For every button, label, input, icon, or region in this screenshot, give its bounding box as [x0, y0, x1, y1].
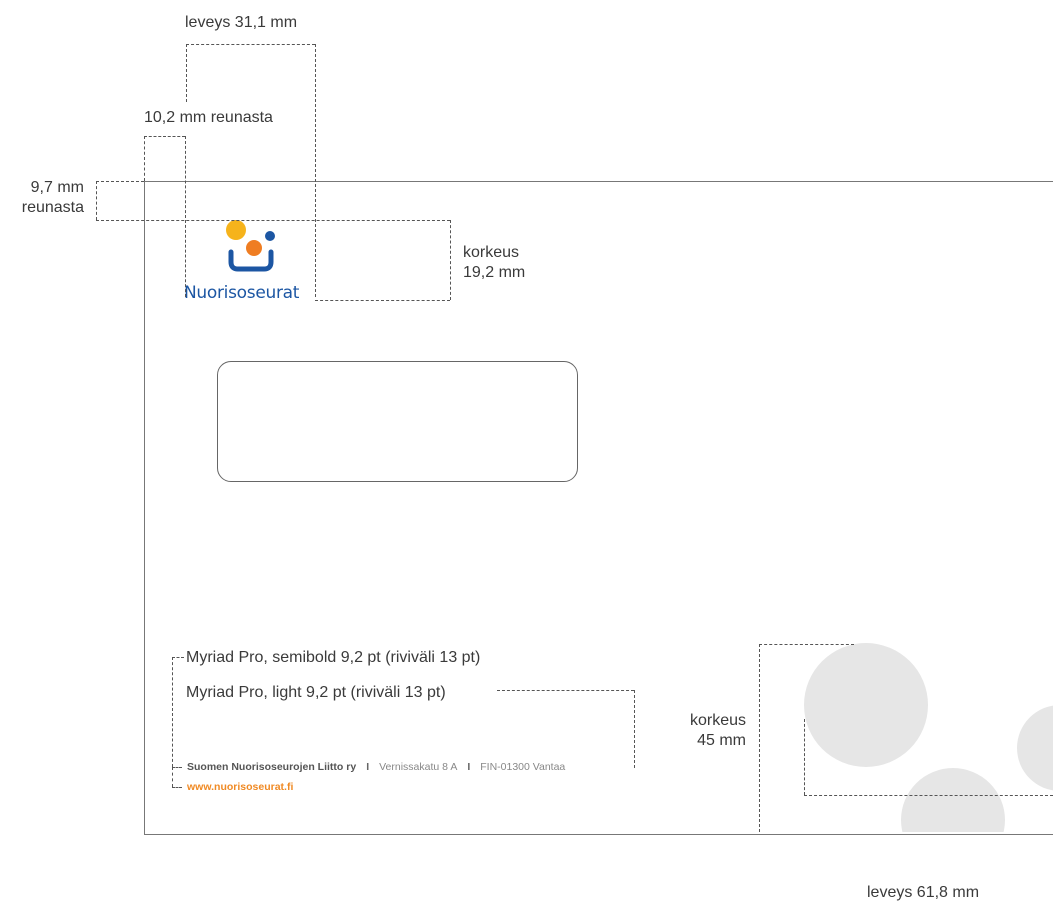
logo-width-line-top [186, 44, 315, 45]
logo-top-margin-label-1: 9,7 mm [30, 179, 84, 196]
logo-height-line-right [450, 220, 451, 300]
url-line-v [172, 767, 173, 787]
circle-medium [901, 768, 1005, 832]
circles-height-label-1: korkeus [689, 712, 746, 729]
logo-width-line-left [186, 44, 187, 102]
light-line-h [497, 690, 634, 691]
footer-street: Vernissakatu 8 A [379, 761, 458, 773]
footer-org-name: Suomen Nuorisoseurojen Liitto ry [187, 761, 357, 773]
left-margin-line-right [185, 136, 186, 297]
url-line-tick [172, 787, 182, 788]
circle-small [1017, 705, 1053, 791]
logo-mark [226, 220, 275, 272]
logo-height-label-1: korkeus [463, 244, 520, 261]
footer-postal: FIN-01300 Vantaa [480, 761, 566, 773]
logo-height-line-bottom [315, 300, 450, 301]
circle-large [804, 643, 928, 767]
circles-width-line-bottom [804, 795, 1053, 796]
semibold-line-h [172, 657, 184, 658]
semibold-note: Myriad Pro, semibold 9,2 pt (riviväli 13… [186, 649, 481, 666]
address-window [217, 361, 578, 482]
logo-height-label-2: 19,2 mm [463, 264, 526, 281]
footer-url: www.nuorisoseurat.fi [187, 781, 294, 793]
light-line-v [634, 690, 635, 768]
circles-height-line-left [759, 644, 760, 832]
circles-width-label: leveys 61,8 mm [867, 884, 980, 901]
logo-wordmark: Nuorisoseurat [184, 283, 300, 303]
top-margin-line-bottom [96, 220, 450, 221]
circles-height-label-2: 45 mm [697, 732, 746, 749]
light-note: Myriad Pro, light 9,2 pt (riviväli 13 pt… [186, 684, 446, 701]
semibold-line-tick [172, 767, 182, 768]
logo-left-margin-label: 10,2 mm reunasta [144, 109, 273, 126]
left-margin-line-left [144, 136, 145, 181]
top-margin-line-top [96, 181, 144, 182]
circles-width-line-left [804, 719, 805, 795]
logo-width-line-right [315, 44, 316, 297]
logo-width-label: leveys 31,1 mm [185, 14, 298, 31]
circles-height-line-top [759, 644, 854, 645]
footer-separator-1: I [366, 761, 370, 773]
decorative-circles [804, 643, 1053, 832]
logo-top-margin-label-2: reunasta [21, 199, 84, 216]
left-margin-line-top [144, 136, 185, 137]
top-margin-line-left [96, 181, 97, 220]
semibold-line-v [172, 657, 173, 767]
footer-separator-2: I [467, 761, 471, 773]
footer-address: Suomen Nuorisoseurojen Liitto ry I Verniss… [187, 761, 565, 773]
